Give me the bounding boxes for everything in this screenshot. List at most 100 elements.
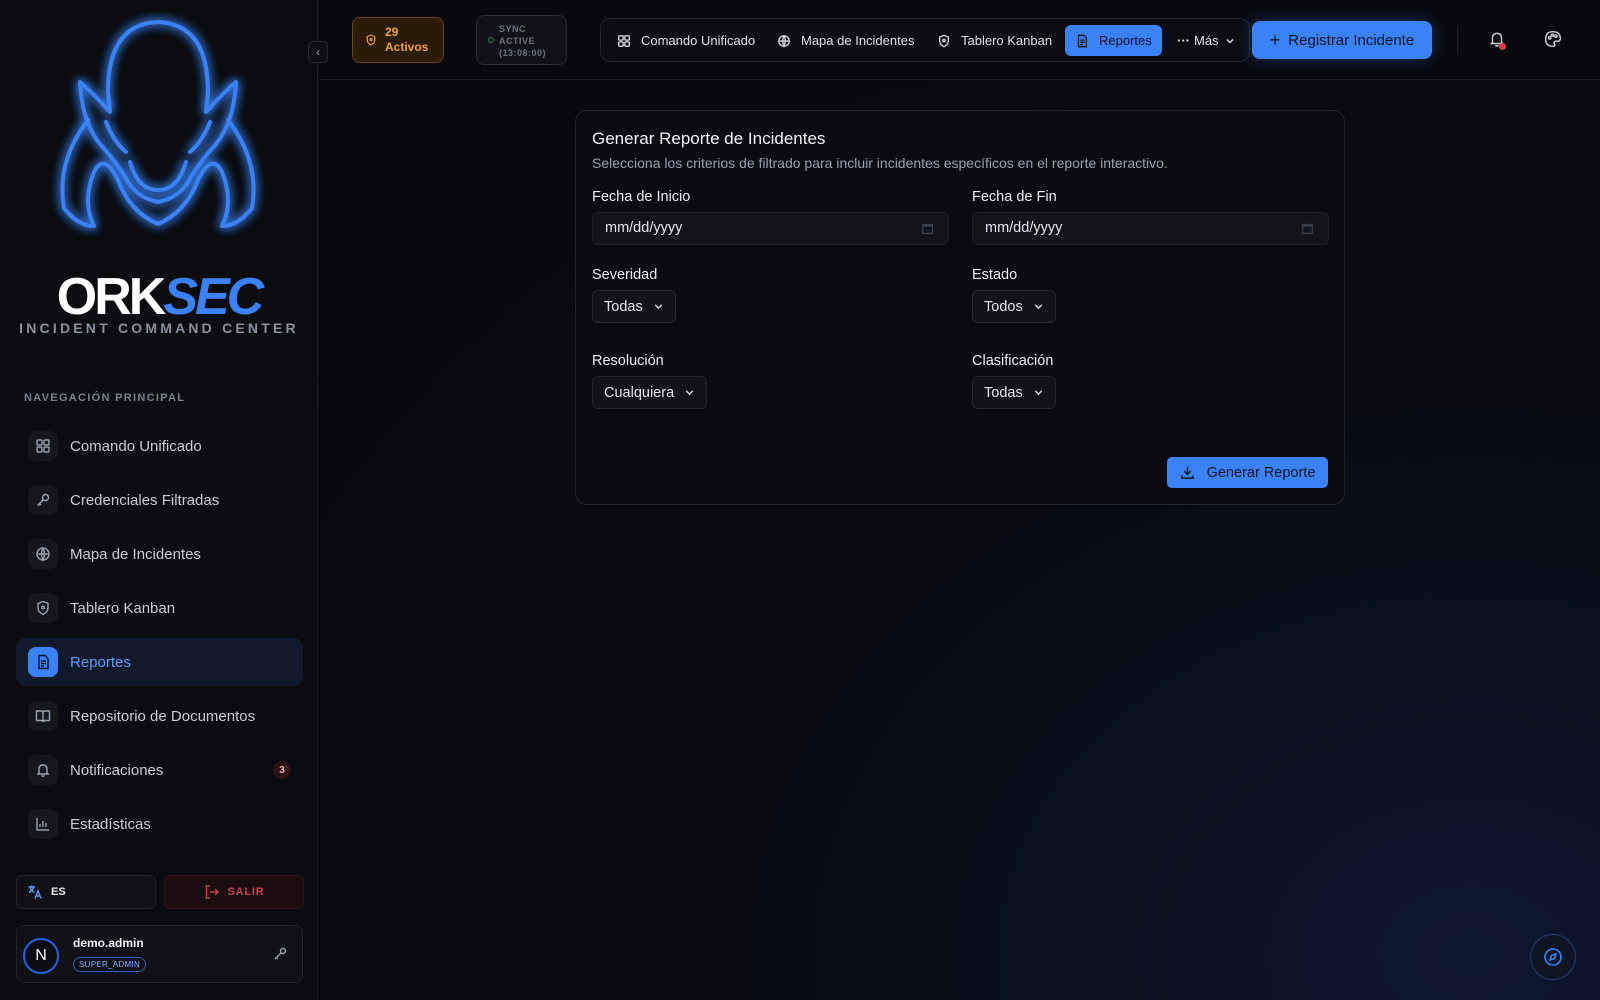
brand-name-part2: SEC	[163, 268, 264, 326]
translate-icon	[28, 885, 42, 899]
classification-select[interactable]: Todas	[972, 376, 1056, 409]
globe-icon	[28, 539, 58, 569]
report-description: Selecciona los criterios de filtrado par…	[592, 155, 1168, 171]
more-label: Más	[1194, 33, 1219, 48]
grid-icon	[618, 34, 630, 47]
calendar-icon[interactable]	[1301, 222, 1314, 235]
sync-time: (13:08:00)	[499, 48, 547, 58]
sidebar-item-notificaciones[interactable]: Notificaciones 3	[16, 746, 303, 794]
status-value: Todos	[984, 298, 1023, 315]
classification-label: Clasificación	[972, 353, 1054, 369]
sync-line2: ACTIVE	[499, 36, 536, 46]
chevron-down-icon	[1034, 304, 1043, 310]
active-count: 29	[385, 25, 399, 39]
role-badge: SUPER_ADMIN	[73, 957, 147, 972]
collapse-sidebar-button[interactable]: ‹	[308, 41, 328, 63]
status-select[interactable]: Todos	[972, 290, 1056, 323]
chevron-left-icon: ‹	[316, 45, 320, 59]
plus-icon: +	[1269, 29, 1281, 50]
severity-label: Severidad	[592, 267, 658, 283]
sync-status-dot	[488, 37, 494, 43]
end-date-input[interactable]: mm/dd/yyyy	[972, 212, 1329, 245]
classification-value: Todas	[984, 384, 1023, 401]
sync-status: SYNC ACTIVE (13:08:00)	[476, 15, 567, 65]
grid-icon	[28, 431, 58, 461]
tab-mapa-incidentes[interactable]: Mapa de Incidentes	[767, 25, 924, 56]
register-label: Registrar Incidente	[1288, 31, 1415, 49]
orc-logo-icon	[60, 20, 256, 228]
resolution-select[interactable]: Cualquiera	[592, 376, 708, 409]
notification-count-badge: 3	[273, 761, 291, 779]
sidebar-item-label: Notificaciones	[70, 761, 164, 779]
logout-label: SALIR	[227, 886, 265, 898]
sidebar-item-label: Comando Unificado	[70, 437, 202, 455]
register-incident-button[interactable]: + Registrar Incidente	[1252, 21, 1432, 59]
top-nav: Comando Unificado Mapa de Incidentes Tab…	[600, 18, 1250, 62]
logout-icon	[205, 885, 219, 899]
tab-label: Mapa de Incidentes	[801, 33, 915, 48]
brand-subtitle: INCIDENT COMMAND CENTER	[19, 320, 299, 336]
nav-section-title: NAVEGACIÓN PRINCIPAL	[24, 392, 186, 404]
brand-name-part1: ORK	[56, 268, 167, 326]
compass-button[interactable]	[1530, 934, 1576, 980]
sidebar-item-label: Tablero Kanban	[70, 599, 176, 617]
key-icon[interactable]	[272, 946, 288, 962]
chevron-down-icon	[685, 390, 694, 396]
status-label: Estado	[972, 267, 1018, 283]
avatar: N	[23, 938, 59, 974]
sidebar-item-label: Reportes	[70, 653, 131, 671]
sidebar-item-label: Credenciales Filtradas	[70, 491, 220, 509]
start-date-placeholder: mm/dd/yyyy	[605, 220, 683, 236]
chevron-down-icon	[1226, 38, 1234, 43]
sidebar-item-repositorio[interactable]: Repositorio de Documentos	[16, 692, 303, 740]
sidebar-item-estadisticas[interactable]: Estadísticas	[16, 800, 303, 848]
bell-icon	[28, 755, 58, 785]
generate-report-label: Generar Reporte	[1206, 464, 1316, 481]
sidebar-item-mapa[interactable]: Mapa de Incidentes	[16, 530, 303, 578]
tab-label: Comando Unificado	[641, 33, 756, 48]
sidebar-item-label: Repositorio de Documentos	[70, 707, 256, 725]
user-card[interactable]: N demo.admin SUPER_ADMIN	[16, 925, 303, 983]
tab-label: Tablero Kanban	[961, 33, 1053, 48]
generate-report-button[interactable]: Generar Reporte	[1167, 457, 1328, 488]
language-label: ES	[51, 886, 66, 898]
sidebar-item-kanban[interactable]: Tablero Kanban	[16, 584, 303, 632]
user-name: demo.admin	[73, 936, 144, 950]
palette-icon[interactable]	[1544, 30, 1562, 48]
report-title: Generar Reporte de Incidentes	[592, 129, 826, 148]
tab-comando-unificado[interactable]: Comando Unificado	[607, 25, 765, 56]
active-incidents-pill[interactable]: 29 Activos	[352, 17, 444, 63]
report-generator-card: Generar Reporte de Incidentes Selecciona…	[575, 110, 1345, 505]
compass-icon	[1544, 948, 1562, 966]
bar-chart-icon	[28, 809, 58, 839]
end-date-placeholder: mm/dd/yyyy	[985, 220, 1063, 236]
severity-select[interactable]: Todas	[592, 290, 676, 323]
more-menu-button[interactable]: ··· Más	[1167, 25, 1245, 56]
start-date-input[interactable]: mm/dd/yyyy	[592, 212, 949, 245]
sync-line1: SYNC	[499, 24, 527, 34]
divider	[1457, 27, 1458, 53]
sidebar: ORKSEC INCIDENT COMMAND CENTER NAVEGACIÓ…	[0, 0, 318, 1000]
book-icon	[28, 701, 58, 731]
key-icon	[28, 485, 58, 515]
severity-value: Todas	[604, 298, 643, 315]
globe-icon	[778, 34, 790, 48]
sidebar-item-credenciales[interactable]: Credenciales Filtradas	[16, 476, 303, 524]
shield-icon	[938, 34, 950, 47]
brand-logo: ORKSEC	[0, 268, 318, 326]
tab-reportes[interactable]: Reportes	[1065, 25, 1162, 56]
chevron-down-icon	[654, 304, 663, 310]
calendar-icon[interactable]	[921, 222, 934, 235]
end-date-label: Fecha de Fin	[972, 189, 1057, 205]
shield-alert-icon	[366, 34, 376, 46]
download-icon	[1180, 466, 1194, 479]
sidebar-nav: Comando Unificado Credenciales Filtradas…	[16, 422, 303, 854]
file-text-icon	[1077, 34, 1088, 47]
logout-button[interactable]: SALIR	[164, 875, 304, 909]
sidebar-item-label: Estadísticas	[70, 815, 151, 833]
language-button[interactable]: ES	[16, 875, 156, 909]
sidebar-item-comando-unificado[interactable]: Comando Unificado	[16, 422, 303, 470]
sidebar-item-reportes[interactable]: Reportes	[16, 638, 303, 686]
start-date-label: Fecha de Inicio	[592, 189, 691, 205]
tab-tablero-kanban[interactable]: Tablero Kanban	[927, 25, 1062, 56]
